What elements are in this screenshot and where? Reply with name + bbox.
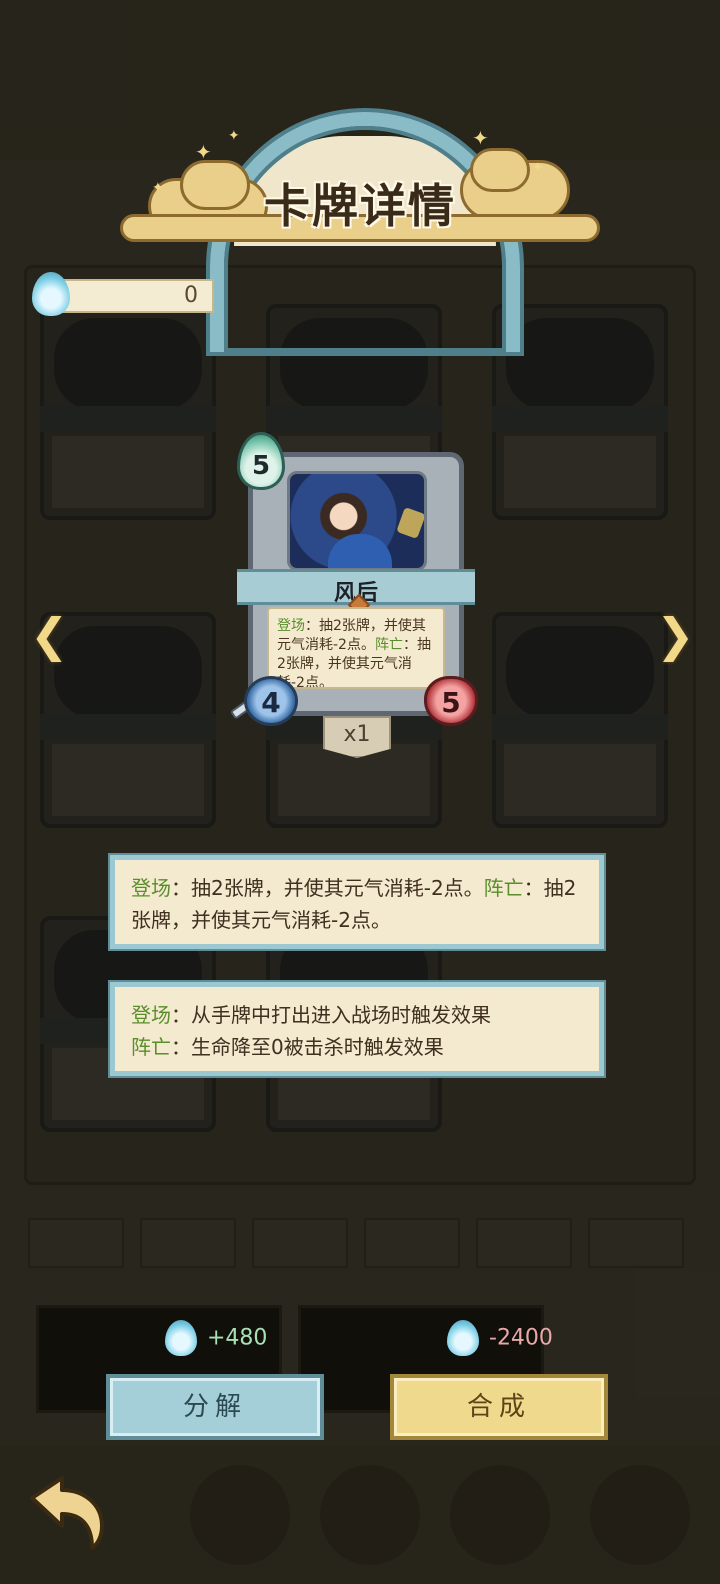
glossary-text: ：从手牌中打出进入战场时触发效果 — [171, 1003, 491, 1027]
effect-text: ：抽2张牌，并使其元气消耗-2点。 — [171, 876, 484, 900]
decompose-gain: +480 — [165, 1320, 267, 1360]
modal-title: 卡牌详情 — [264, 179, 456, 233]
compose-button-label: 合成 — [466, 1392, 531, 1422]
card-cost: 5 — [251, 451, 271, 481]
glossary-line: 阵亡：生命降至0被击杀时触发效果 — [131, 1031, 585, 1063]
decompose-button[interactable]: 分解 — [106, 1374, 324, 1440]
compose-cost: -2400 — [447, 1320, 553, 1360]
card-keyword: 登场 — [277, 618, 305, 634]
card-effect-box: 登场：抽2张牌，并使其元气消耗-2点。阵亡：抽2张牌，并使其元气消耗-2点。 — [108, 853, 606, 951]
spirit-flame-icon — [447, 1320, 479, 1356]
chevron-right-icon[interactable]: ❯ — [656, 608, 695, 662]
card-portrait — [287, 471, 427, 571]
card-health-badge: 5 — [424, 676, 478, 726]
compose-cost-value: -2400 — [489, 1325, 553, 1351]
spirit-flame-icon — [32, 272, 70, 316]
sparkle-icon: ✦ — [195, 140, 212, 164]
glossary-line: 登场：从手牌中打出进入战场时触发效果 — [131, 999, 585, 1031]
card-health: 5 — [441, 686, 461, 719]
card-count: x1 — [343, 722, 371, 747]
sparkle-icon: ✦ — [228, 128, 240, 144]
card-attack: 4 — [261, 686, 281, 719]
decompose-gain-value: +480 — [207, 1325, 268, 1351]
sparkle-icon: ✦ — [152, 180, 164, 196]
glossary-text: ：生命降至0被击杀时触发效果 — [171, 1035, 444, 1059]
glossary-keyword: 阵亡 — [131, 1035, 171, 1059]
currency-value: 0 — [184, 283, 198, 308]
sparkle-icon: ✦ — [532, 160, 544, 176]
back-arrow-icon[interactable] — [26, 1474, 108, 1550]
effect-keyword: 登场 — [131, 876, 171, 900]
card-attack-badge: 4 — [244, 676, 298, 726]
sparkle-icon: ✦ — [472, 126, 489, 150]
keyword-glossary-box: 登场：从手牌中打出进入战场时触发效果 阵亡：生命降至0被击杀时触发效果 — [108, 980, 606, 1078]
card-text: 登场：抽2张牌，并使其元气消耗-2点。阵亡：抽2张牌，并使其元气消耗-2点。 — [267, 607, 445, 689]
card-detail: 风后 登场：抽2张牌，并使其元气消耗-2点。阵亡：抽2张牌，并使其元气消耗-2点… — [237, 452, 475, 716]
compose-button[interactable]: 合成 — [390, 1374, 608, 1440]
decompose-button-label: 分解 — [182, 1392, 247, 1422]
glossary-keyword: 登场 — [131, 1003, 171, 1027]
card-keyword: 阵亡 — [374, 637, 403, 653]
chevron-left-icon[interactable]: ❮ — [30, 608, 69, 662]
effect-keyword: 阵亡 — [483, 876, 524, 900]
spirit-flame-icon — [165, 1320, 197, 1356]
